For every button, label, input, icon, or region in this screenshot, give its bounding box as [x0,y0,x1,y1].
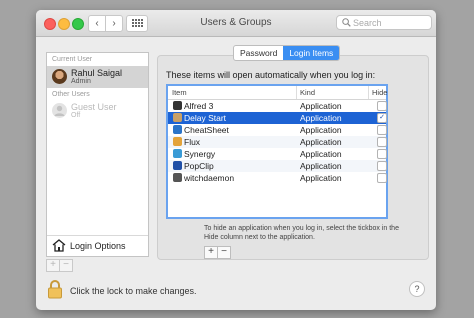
user-list: Current User Rahul Saigal Admin Other Us… [46,52,149,257]
column-kind[interactable]: Kind [296,86,315,99]
hide-checkbox[interactable] [377,161,387,171]
user-name: Rahul Saigal [71,68,123,78]
hide-checkbox[interactable] [377,149,387,159]
item-name: witchdaemon [184,173,235,183]
titlebar: ‹ › Users & Groups [36,10,436,37]
remove-login-item-button[interactable]: − [217,246,231,259]
table-row[interactable]: Delay Start Application ✓ [168,112,387,124]
table-row[interactable]: Synergy Application [168,148,387,160]
column-hide[interactable]: Hide [368,86,387,99]
item-kind: Application [300,101,342,111]
item-kind: Application [300,149,342,159]
item-kind: Application [300,161,342,171]
item-name: PopClip [184,161,214,171]
user-status: Off [71,112,81,119]
item-name: Flux [184,137,201,147]
current-user-label: Current User [52,56,93,63]
search-field[interactable] [336,15,432,30]
user-add-remove: + − [46,259,76,272]
help-button[interactable]: ? [409,281,425,297]
hide-checkbox[interactable]: ✓ [377,113,387,123]
house-icon [52,239,66,252]
item-name: Alfred 3 [184,101,214,111]
user-row-rahul[interactable]: Rahul Saigal Admin [47,66,148,88]
cheatsheet-icon [173,125,182,134]
hide-checkbox[interactable] [377,125,387,135]
witch-icon [173,173,182,182]
popclip-icon [173,161,182,170]
item-add-remove: + − [204,246,231,259]
login-options-item[interactable]: Login Options [47,235,148,256]
search-icon [342,18,351,27]
other-users-label: Other Users [52,91,90,98]
avatar [52,69,67,84]
alfred-icon [173,101,182,110]
hide-checkbox[interactable] [377,137,387,147]
search-input[interactable] [353,17,427,28]
table-row[interactable]: CheatSheet Application [168,124,387,136]
login-items-table: Item Kind Hide Alfred 3 Application Delay … [166,84,388,219]
user-row-guest[interactable]: Guest User Off [47,100,148,122]
table-header: Item Kind Hide [168,86,387,100]
table-row[interactable]: PopClip Application [168,160,387,172]
item-name: Synergy [184,149,216,159]
table-row[interactable]: witchdaemon Application [168,172,387,184]
synergy-icon [173,149,182,158]
user-role: Admin [71,78,91,85]
table-row[interactable]: Alfred 3 Application [168,100,387,112]
item-kind: Application [300,125,342,135]
login-items-intro: These items will open automatically when… [166,70,376,80]
lock-message: Click the lock to make changes. [70,286,197,296]
hide-checkbox[interactable] [377,101,387,111]
flux-icon [173,137,182,146]
item-name: Delay Start [184,113,227,123]
item-kind: Application [300,113,342,123]
footer: Click the lock to make changes. ? [36,272,436,310]
user-name: Guest User [71,102,117,112]
tab-login-items[interactable]: Login Items [283,46,340,60]
tab-password[interactable]: Password [234,46,283,60]
hide-help-note: To hide an application when you log in, … [204,225,399,241]
item-kind: Application [300,137,342,147]
item-name: CheatSheet [184,125,229,135]
users-groups-window: ‹ › Users & Groups Current User Rahu [36,10,436,310]
item-kind: Application [300,173,342,183]
hide-checkbox[interactable] [377,173,387,183]
person-icon [54,105,65,116]
avatar [52,103,67,118]
table-row[interactable]: Flux Application [168,136,387,148]
lock-icon[interactable] [47,279,63,299]
remove-user-button[interactable]: − [59,259,73,272]
column-item[interactable]: Item [172,88,187,97]
tab-bar: Password Login Items [233,45,341,61]
login-options-label: Login Options [70,241,126,251]
add-login-item-button[interactable]: + [204,246,218,259]
delay-start-icon [173,113,182,122]
add-user-button[interactable]: + [46,259,60,272]
